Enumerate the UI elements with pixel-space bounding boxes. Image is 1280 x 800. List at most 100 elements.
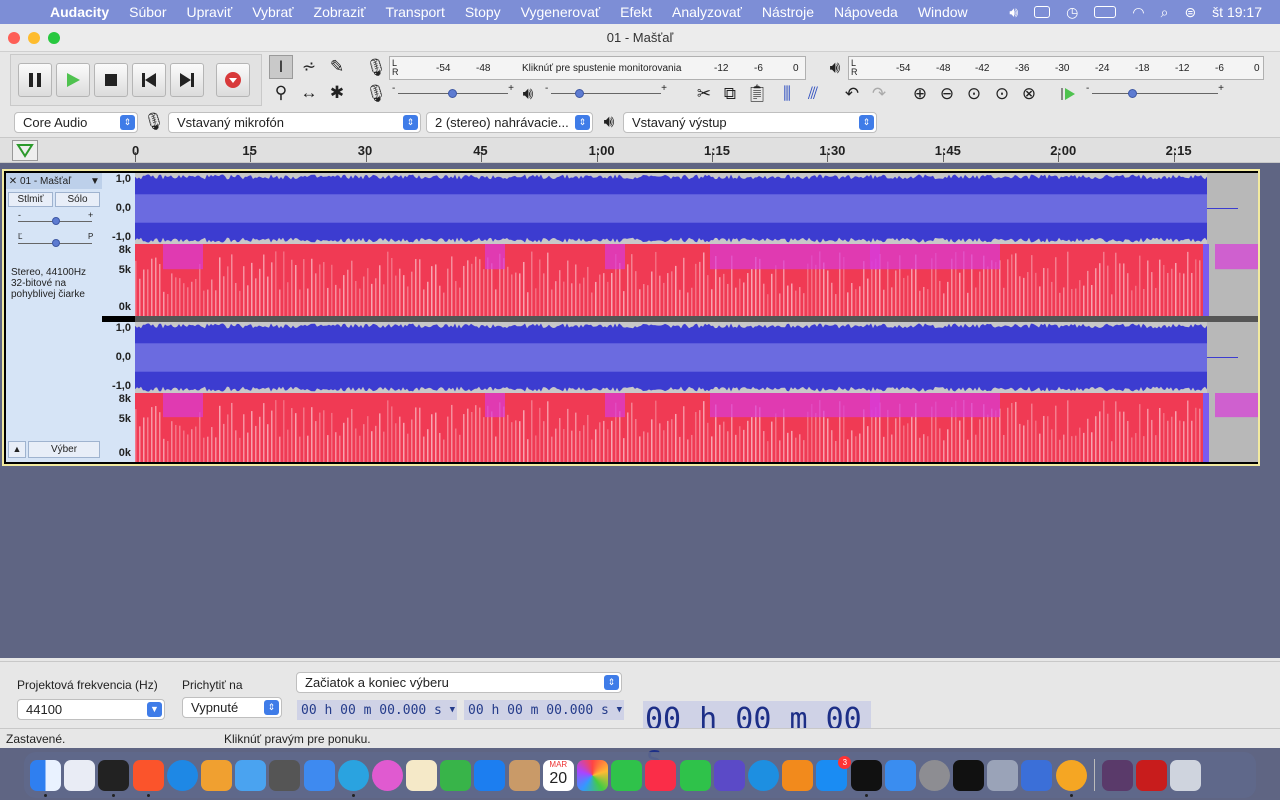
fit-selection-button[interactable]: ⊙ — [962, 82, 986, 106]
pan-slider[interactable]: Ľ P — [6, 230, 102, 252]
calendar-icon[interactable]: MAR 20 — [542, 759, 574, 791]
play-at-speed-button[interactable] — [1056, 82, 1080, 106]
timeline-options-button[interactable] — [12, 140, 38, 161]
telegram-icon[interactable] — [337, 759, 369, 797]
time-shift-tool-button[interactable]: ↔ — [297, 81, 321, 105]
control-center-icon[interactable]: ⊜ — [1184, 4, 1196, 21]
spectrogram-right-channel[interactable] — [135, 393, 1258, 462]
skip-to-end-button[interactable] — [170, 63, 204, 97]
system-preferences-icon[interactable] — [918, 759, 950, 791]
audio-waveform-app-icon[interactable] — [850, 759, 882, 797]
flower-app-icon[interactable] — [371, 759, 403, 791]
gain-knob[interactable] — [52, 217, 60, 225]
output-device-select[interactable]: Vstavaný výstup ⇕ — [623, 112, 877, 133]
audio-host-select[interactable]: Core Audio ⇕ — [14, 112, 138, 133]
record-button[interactable] — [216, 63, 250, 97]
pdf-document-icon[interactable] — [1136, 759, 1168, 791]
terminal-icon[interactable] — [98, 759, 130, 797]
track-header[interactable]: ✕ 01 - Mašťaľ ▼ — [6, 173, 102, 189]
brave-browser-icon[interactable] — [132, 759, 164, 797]
finder-icon[interactable] — [30, 759, 61, 797]
input-source-icon[interactable] — [1034, 6, 1051, 18]
selection-start-time[interactable]: 00 h 00 m 00.000 s ▼ — [297, 700, 457, 720]
playback-meter-speaker-icon[interactable]: 🔊︎ — [823, 56, 847, 80]
volume-icon[interactable]: 🔊︎ — [1009, 4, 1018, 21]
envelope-tool-button[interactable]: ⩫ — [297, 55, 321, 79]
selection-mode-select[interactable]: Začiatok a koniec výberu ⇕ — [296, 672, 622, 693]
timeline-ruler[interactable]: 0 15 30 45 1:00 1:15 1:30 1:45 2:00 2:15 — [0, 137, 1280, 163]
draw-tool-button[interactable]: ✎ — [325, 55, 349, 79]
pan-knob[interactable] — [52, 239, 60, 247]
snap-to-select[interactable]: Vypnuté ⇕ — [182, 697, 282, 718]
menu-transport[interactable]: Transport — [375, 4, 454, 20]
silence-button[interactable]: ⫻ — [801, 82, 825, 106]
audacity-dock-icon[interactable] — [1055, 759, 1087, 797]
menu-file[interactable]: Súbor — [119, 4, 176, 20]
menu-effect[interactable]: Efekt — [610, 4, 662, 20]
menu-tools[interactable]: Nástroje — [752, 4, 824, 20]
calculator-icon[interactable] — [269, 759, 301, 791]
paste-button[interactable]: 📋︎ — [745, 82, 769, 106]
activity-monitor-icon[interactable] — [953, 759, 985, 791]
menu-view[interactable]: Zobraziť — [304, 4, 376, 20]
spotlight-icon[interactable]: ⌕ — [1161, 4, 1169, 21]
trash-icon[interactable] — [1170, 759, 1202, 791]
selection-end-time[interactable]: 00 h 00 m 00.000 s ▼ — [464, 700, 624, 720]
safari-icon[interactable] — [166, 759, 198, 791]
qbittorrent-icon[interactable] — [1021, 759, 1053, 791]
menu-select[interactable]: Vybrať — [242, 4, 303, 20]
mute-button[interactable]: Stlmiť — [8, 192, 53, 207]
record-meter-mic-icon[interactable]: 🎙︎ — [364, 56, 388, 80]
zoom-out-button[interactable]: ⊖ — [935, 82, 959, 106]
multi-tool-button[interactable]: ✱ — [325, 81, 349, 105]
recording-volume-knob[interactable] — [448, 89, 457, 98]
solo-button[interactable]: Sólo — [55, 192, 100, 207]
gain-slider[interactable]: - + — [6, 210, 102, 230]
menu-help[interactable]: Nápoveda — [824, 4, 908, 20]
minimize-window-button[interactable] — [28, 32, 40, 44]
textedit-icon[interactable] — [406, 759, 438, 791]
zoom-window-button[interactable] — [48, 32, 60, 44]
play-speed-knob[interactable] — [1128, 89, 1137, 98]
cut-button[interactable]: ✂ — [692, 82, 716, 106]
recent-folder-icon[interactable] — [1102, 759, 1133, 791]
skip-to-start-button[interactable] — [132, 63, 166, 97]
audio-track[interactable]: ✕ 01 - Mašťaľ ▼ Stlmiť Sólo - + Ľ P Ster… — [2, 169, 1260, 466]
collapse-track-icon[interactable]: ▲ — [8, 441, 26, 458]
books-icon[interactable] — [782, 759, 814, 791]
project-rate-select[interactable]: 44100 ▼ — [17, 699, 165, 720]
zoom-toggle-button[interactable]: ⊗ — [1017, 82, 1041, 106]
undo-button[interactable]: ↶ — [840, 82, 864, 106]
menu-tracks[interactable]: Stopy — [455, 4, 511, 20]
menu-edit[interactable]: Upraviť — [176, 4, 242, 20]
testflight-icon[interactable] — [884, 759, 916, 791]
recording-volume-slider[interactable]: - + — [392, 83, 514, 101]
battery-icon[interactable] — [1094, 6, 1117, 18]
stop-button[interactable] — [94, 63, 128, 97]
zoom-tool-button[interactable]: ⚲ — [269, 81, 293, 105]
copy-button[interactable]: ⧉ — [718, 82, 742, 106]
play-speed-slider[interactable]: - + — [1086, 83, 1224, 101]
menu-app[interactable]: Audacity — [40, 4, 119, 20]
spectrogram-left-channel[interactable] — [135, 244, 1258, 316]
input-device-select[interactable]: Vstavaný mikrofón ⇕ — [168, 112, 421, 133]
playback-volume-slider[interactable]: - + — [545, 83, 667, 101]
sync-app-icon[interactable] — [747, 759, 779, 791]
time-machine-icon[interactable]: ◷ — [1066, 4, 1078, 21]
contacts-icon[interactable] — [508, 759, 540, 791]
fit-project-button[interactable]: ⊙ — [990, 82, 1014, 106]
zoom-in-button[interactable]: ⊕ — [908, 82, 932, 106]
trim-button[interactable]: ⫼ — [775, 82, 799, 106]
launchpad-icon[interactable] — [64, 759, 96, 791]
track-area[interactable]: ✕ 01 - Mašťaľ ▼ Stlmiť Sólo - + Ľ P Ster… — [0, 163, 1280, 658]
menubar-clock[interactable]: št 19:17 — [1212, 4, 1262, 20]
menu-analyze[interactable]: Analyzovať — [662, 4, 752, 20]
keychain-icon[interactable] — [987, 759, 1019, 791]
photos-icon[interactable] — [577, 759, 608, 791]
menu-window[interactable]: Window — [908, 4, 978, 20]
input-channels-select[interactable]: 2 (stereo) nahrávacie... ⇕ — [426, 112, 593, 133]
playback-meter[interactable]: L R -54 -48 -42 -36 -30 -24 -18 -12 -6 0 — [848, 56, 1264, 80]
selection-tool-button[interactable]: I — [269, 55, 293, 79]
proton-vpn-icon[interactable] — [713, 759, 745, 791]
waveform-left-channel[interactable] — [135, 173, 1258, 244]
